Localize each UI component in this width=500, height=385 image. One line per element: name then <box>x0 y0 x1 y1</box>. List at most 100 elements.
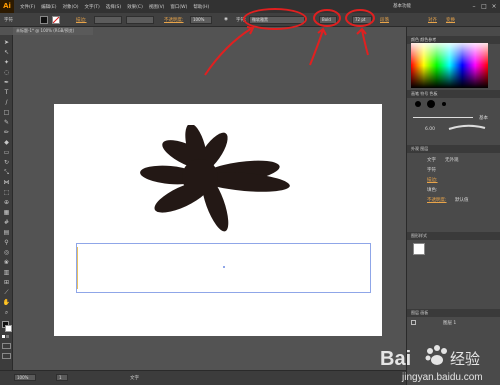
symbol-sprayer-tool-icon[interactable]: ❀ <box>2 259 11 266</box>
opacity-label[interactable]: 不透明度: <box>164 17 184 23</box>
stroke-weight-field[interactable] <box>94 16 122 24</box>
paragraph-link[interactable]: 段落 <box>380 17 389 23</box>
graphic-styles-tab[interactable]: 图形样式 <box>407 232 500 240</box>
gradient-tool-icon[interactable]: ▤ <box>2 229 11 236</box>
text-frame[interactable] <box>76 243 371 293</box>
annotation-font-size-circle <box>345 9 375 27</box>
watermark-brand-cn: 经验 <box>450 350 480 368</box>
pen-tool-icon[interactable]: ✒ <box>2 79 11 86</box>
mesh-tool-icon[interactable]: # <box>2 219 11 226</box>
paintbrush-tool-icon[interactable]: ✎ <box>2 119 11 126</box>
menu-effect[interactable]: 效果(C) <box>127 4 143 10</box>
brush-preview-stroke[interactable] <box>447 123 487 133</box>
zoom-tool-icon[interactable]: ⌕ <box>2 309 11 316</box>
eraser-tool-icon[interactable]: ▭ <box>2 149 11 156</box>
eye-icon[interactable] <box>411 320 416 325</box>
screen-mode-icon[interactable] <box>2 353 11 359</box>
stroke-size-value: 6.00 <box>425 127 436 132</box>
flower-petals <box>140 125 290 232</box>
menu-object[interactable]: 对象(O) <box>62 4 78 10</box>
minimize-icon[interactable]: – <box>470 3 478 10</box>
maximize-icon[interactable]: □ <box>480 3 488 10</box>
stroke-style-field[interactable] <box>126 16 154 24</box>
document-tab[interactable]: 未标题-1* @ 100% (RGB/预览) <box>13 27 93 35</box>
none-slash-icon <box>53 17 59 23</box>
layer-name[interactable]: 图层 1 <box>443 320 456 326</box>
status-bar: 100% 1 文字 <box>0 370 406 385</box>
brush-dot-small-icon[interactable] <box>415 101 421 107</box>
free-transform-tool-icon[interactable]: ⬚ <box>2 189 11 196</box>
workspace-switcher[interactable]: 基本功能 <box>393 3 411 9</box>
menu-view[interactable]: 视图(V) <box>149 4 165 10</box>
zoom-field[interactable]: 100% <box>14 374 36 381</box>
brush-dot-large-icon[interactable] <box>427 100 435 108</box>
watermark-url: jingyan.baidu.com <box>401 372 483 383</box>
menu-select[interactable]: 选择(S) <box>106 4 121 10</box>
appearance-row-label: 文字 <box>427 158 436 163</box>
stroke-swatch[interactable] <box>52 16 60 24</box>
menu-help[interactable]: 帮助(H) <box>193 4 209 10</box>
brush-panel-tab[interactable]: 画笔 符号 色板 <box>407 90 500 98</box>
brush-dot-tiny-icon[interactable] <box>442 102 446 106</box>
menu-type[interactable]: 文字(T) <box>85 4 100 10</box>
menu-window[interactable]: 窗口(W) <box>170 4 187 10</box>
brush-basic-label: 基本 <box>479 116 488 121</box>
appearance-panel-tab[interactable]: 外观 图层 <box>407 145 500 153</box>
baidu-watermark: Bai 经验 jingyan.baidu.com <box>380 345 483 383</box>
color-spectrum-highlight <box>411 43 488 65</box>
globe-icon[interactable]: ◉ <box>224 17 228 22</box>
rectangle-tool-icon[interactable]: □ <box>2 109 11 116</box>
scale-tool-icon[interactable]: ⤡ <box>2 169 11 176</box>
appearance-fill-label[interactable]: 填色: <box>427 187 438 193</box>
appearance-opacity-label[interactable]: 不透明度: <box>427 197 447 203</box>
stroke-color-icon[interactable] <box>5 325 12 332</box>
page-field[interactable]: 1 <box>56 374 68 381</box>
magic-wand-tool-icon[interactable]: ✦ <box>2 59 11 66</box>
graphic-style-default[interactable] <box>413 243 425 255</box>
selection-tool-icon[interactable]: ➤ <box>2 39 11 46</box>
blend-tool-icon[interactable]: ◎ <box>2 249 11 256</box>
opacity-field[interactable]: 100% <box>190 16 212 24</box>
app-logo: Ai <box>0 0 14 13</box>
appearance-row-value: 无外观 <box>445 158 459 163</box>
menu-file[interactable]: 文件(F) <box>20 4 35 10</box>
shape-builder-tool-icon[interactable]: ⊕ <box>2 199 11 206</box>
appearance-stroke-label[interactable]: 描边: <box>427 177 438 183</box>
brush-stroke-line[interactable] <box>413 117 473 118</box>
flower-shape[interactable] <box>130 125 300 245</box>
annotation-font-style-circle <box>313 9 341 27</box>
fill-swatch[interactable] <box>40 16 48 24</box>
layers-panel-tab[interactable]: 图层 画板 <box>407 309 500 317</box>
text-cursor <box>77 247 78 289</box>
current-tool-status: 文字 <box>130 376 139 381</box>
eyedropper-tool-icon[interactable]: ⚲ <box>2 239 11 246</box>
annotation-font-family-circle <box>243 8 307 30</box>
text-frame-center-point <box>223 266 225 268</box>
align-link[interactable]: 对齐 <box>428 17 437 23</box>
rotate-tool-icon[interactable]: ↻ <box>2 159 11 166</box>
lasso-tool-icon[interactable]: ◌ <box>2 69 11 76</box>
appearance-char-label: 字符 <box>427 168 436 173</box>
draw-mode-icon[interactable] <box>2 343 11 349</box>
slice-tool-icon[interactable]: ⟋ <box>2 289 11 296</box>
blob-brush-tool-icon[interactable]: ◆ <box>2 139 11 146</box>
pencil-tool-icon[interactable]: ✏ <box>2 129 11 136</box>
color-mode-icon[interactable] <box>2 335 5 338</box>
watermark-brand: Bai <box>380 348 411 370</box>
line-tool-icon[interactable]: / <box>2 99 11 106</box>
perspective-tool-icon[interactable]: ▦ <box>2 209 11 216</box>
menu-edit[interactable]: 编辑(E) <box>41 4 56 10</box>
hand-tool-icon[interactable]: ✋ <box>2 299 11 306</box>
stroke-label[interactable]: 描边: <box>76 17 87 23</box>
close-icon[interactable]: × <box>490 3 498 10</box>
direct-selection-tool-icon[interactable]: ↖ <box>2 49 11 56</box>
artboard-tool-icon[interactable]: ⊞ <box>2 279 11 286</box>
paw-icon <box>425 345 447 365</box>
tools-panel: ➤ ↖ ✦ ◌ ✒ T / □ ✎ ✏ ◆ ▭ ↻ ⤡ ⋈ ⬚ ⊕ ▦ # ▤ … <box>0 35 13 370</box>
gradient-mode-icon[interactable] <box>6 335 9 338</box>
graph-tool-icon[interactable]: ▥ <box>2 269 11 276</box>
transform-link[interactable]: 变换 <box>446 17 455 23</box>
width-tool-icon[interactable]: ⋈ <box>2 179 11 186</box>
tool-label: 字符 <box>4 18 13 23</box>
type-tool-icon[interactable]: T <box>2 89 11 96</box>
